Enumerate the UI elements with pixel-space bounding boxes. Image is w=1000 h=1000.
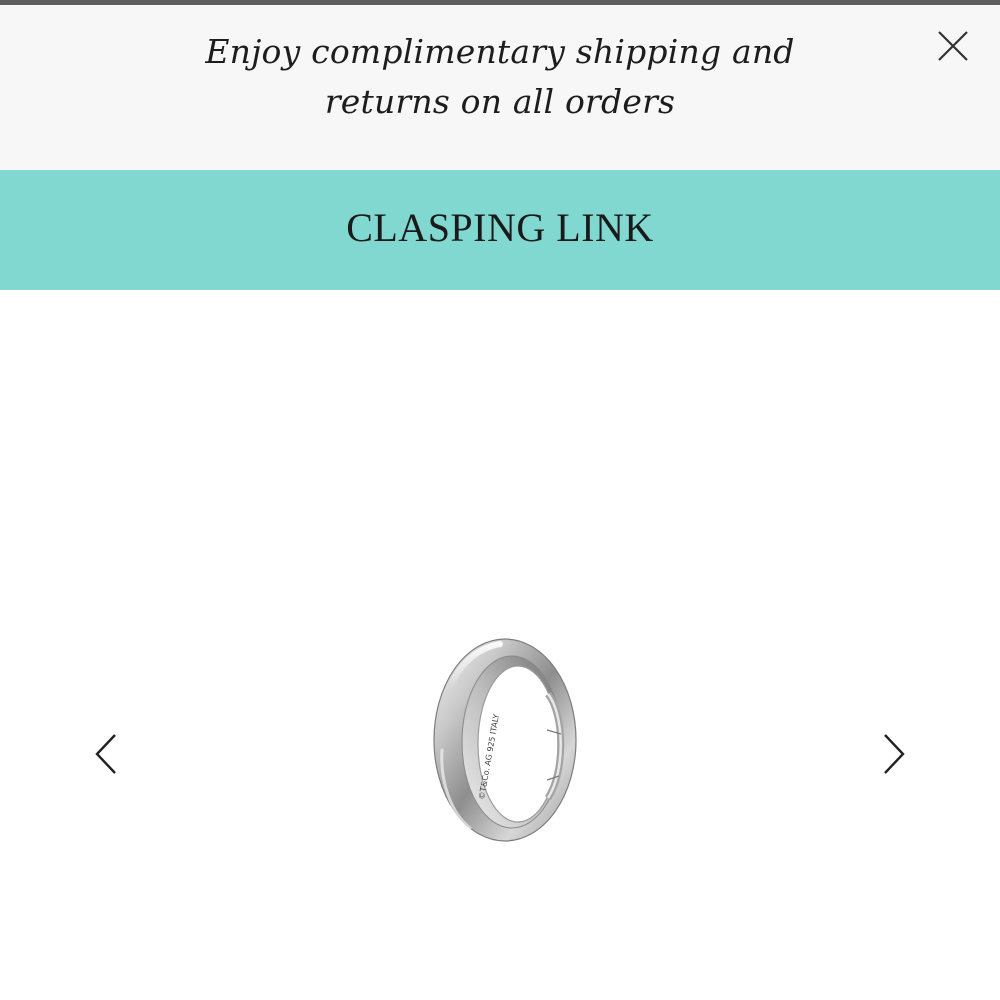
title-bar: CLASPING LINK [0, 170, 1000, 290]
product-carousel: ©T&Co. AG 925 ITALY [0, 290, 1000, 1000]
chevron-left-icon[interactable] [77, 713, 137, 793]
promo-line-1: Enjoy complimentary shipping and [205, 32, 795, 71]
promo-banner: Enjoy complimentary shipping and returns… [0, 5, 1000, 170]
close-button[interactable] [930, 23, 976, 69]
page-title: CLASPING LINK [346, 205, 654, 250]
product-page: Enjoy complimentary shipping and returns… [0, 0, 1000, 1000]
close-icon[interactable] [930, 23, 976, 69]
carousel-next-button[interactable] [863, 713, 923, 793]
carousel-prev-button[interactable] [77, 713, 137, 793]
promo-line-2: returns on all orders [324, 82, 676, 121]
chevron-right-icon[interactable] [863, 713, 923, 793]
promo-message: Enjoy complimentary shipping and returns… [150, 27, 850, 127]
product-image: ©T&Co. AG 925 ITALY [420, 630, 590, 850]
clasping-link-image: ©T&Co. AG 925 ITALY [433, 638, 577, 842]
